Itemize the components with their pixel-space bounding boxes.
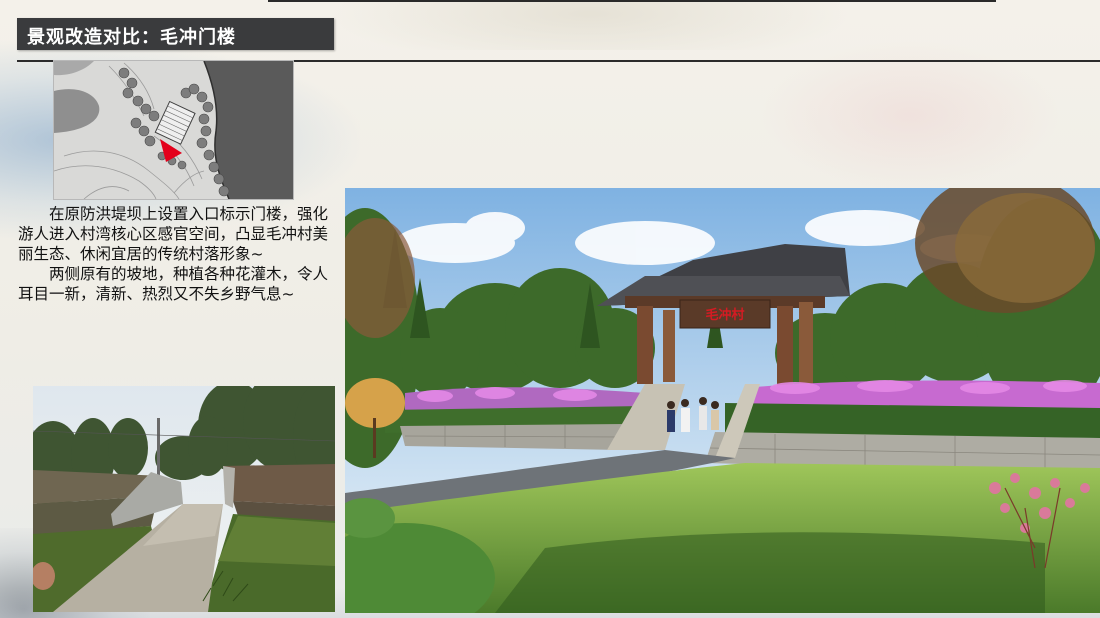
title-bar: 景观改造对比：毛冲门楼	[17, 18, 334, 50]
location-map	[53, 60, 294, 200]
description-text: 在原防洪堤坝上设置入口标示门楼，强化游人进入村湾核心区感官空间，凸显毛冲村美丽生…	[18, 204, 338, 304]
gate-sign: 毛冲村	[705, 307, 744, 323]
before-photo	[33, 386, 335, 612]
description-paragraph-2: 两侧原有的坡地，种植各种花灌木，令人耳目一新，清新、热烈又不失乡野气息~	[18, 265, 329, 303]
pink-ink-wash	[760, 40, 1060, 190]
after-rendering: 毛冲村	[345, 188, 1100, 613]
top-rule	[268, 0, 996, 2]
page-title: 景观改造对比：毛冲门楼	[27, 27, 236, 48]
description-paragraph-1: 在原防洪堤坝上设置入口标示门楼，强化游人进入村湾核心区感官空间，凸显毛冲村美丽生…	[18, 205, 329, 263]
